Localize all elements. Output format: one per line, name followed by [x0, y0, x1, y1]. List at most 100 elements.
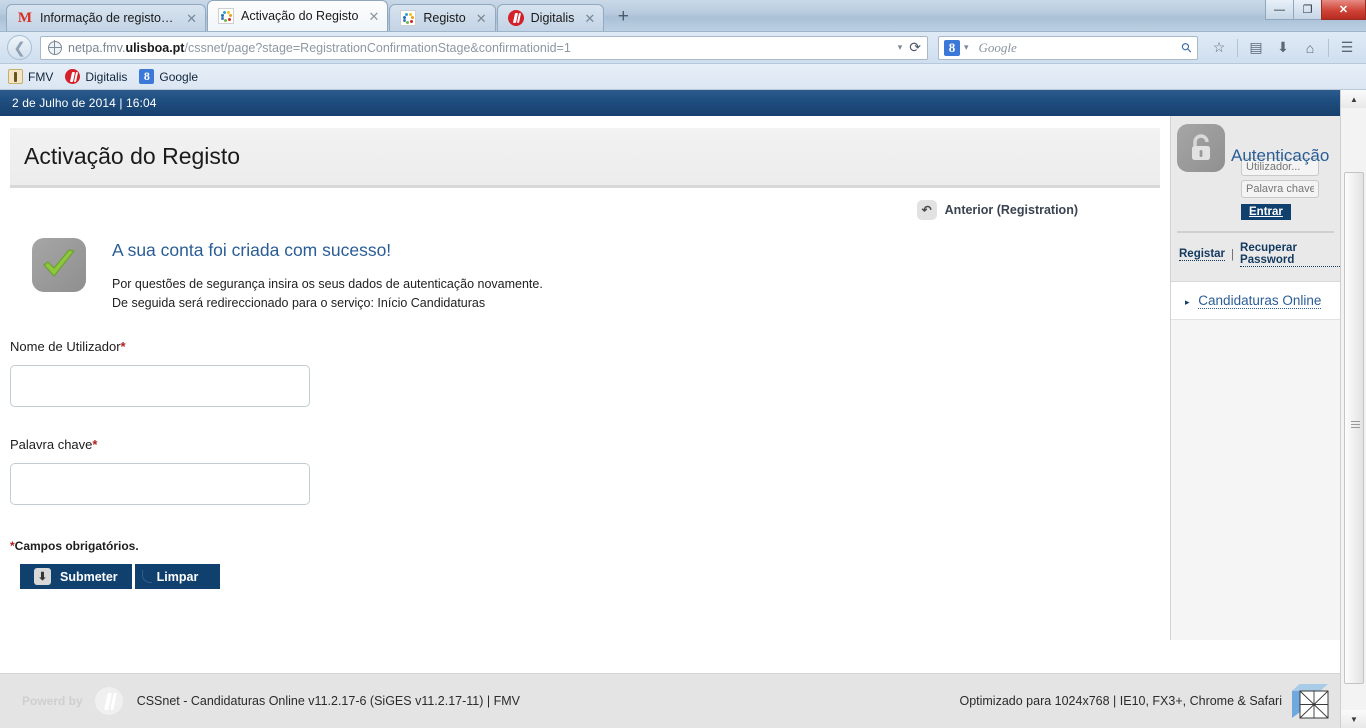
required-mark: * [120, 339, 126, 354]
username-label-text: Nome de Utilizador [10, 339, 121, 354]
username-label: Nome de Utilizador* [10, 339, 1170, 354]
tab-close-icon[interactable]: ✕ [186, 12, 197, 25]
password-input[interactable] [10, 463, 310, 505]
check-icon [32, 238, 86, 292]
login-form: Nome de Utilizador* Palavra chave* [10, 339, 1170, 505]
auth-title: Autenticação [1231, 146, 1330, 165]
divider [1237, 38, 1238, 57]
scroll-up-arrow[interactable]: ▲ [1341, 90, 1366, 108]
web-page: 2 de Julho de 2014 | 16:04 Activação do … [0, 90, 1340, 728]
digitalis-icon [507, 10, 524, 26]
success-message: A sua conta foi criada com sucesso! Por … [32, 238, 1170, 313]
sidebar-password-input[interactable] [1241, 180, 1319, 198]
undo-arrow-icon: ↶ [916, 200, 937, 220]
browser-tab-3[interactable]: Digitalis ✕ [496, 4, 605, 31]
minimize-button[interactable]: — [1265, 0, 1294, 20]
window-controls: — ❐ ✕ [1265, 0, 1366, 20]
divider [1328, 38, 1329, 57]
search-input[interactable]: Google [979, 40, 1017, 56]
tab-close-icon[interactable]: ✕ [476, 12, 487, 25]
tab-close-icon[interactable]: ✕ [368, 10, 379, 23]
globe-icon [47, 40, 62, 55]
powered-by-label: Powerd by [22, 694, 83, 708]
digitalis-logo-icon [94, 687, 123, 715]
page-title: Activação do Registo [24, 143, 241, 169]
downloads-icon[interactable]: ⬇ [1271, 36, 1295, 60]
gmail-icon [17, 10, 33, 26]
browser-window: Informação de registo - p... ✕ Activação… [0, 0, 1366, 728]
bookmark-label: Digitalis [85, 69, 128, 84]
previous-link-label: Anterior (Registration) [944, 203, 1078, 217]
cube-logo-icon [1290, 682, 1330, 720]
bookmarks-bar: FMV Digitalis 8 Google [0, 64, 1366, 90]
bookmark-label: FMV [28, 69, 54, 84]
scrollbar-thumb[interactable] [1344, 172, 1364, 684]
url-bar[interactable]: netpa.fmv. ulisboa.pt/cssnet/page?stage=R… [40, 35, 928, 60]
url-path: /cssnet/page?stage=RegistrationConfirmat… [184, 40, 571, 55]
auth-header: Autenticação [1171, 116, 1340, 172]
required-mark: * [92, 437, 98, 452]
username-input[interactable] [10, 365, 310, 407]
search-bar[interactable]: 8 ▾ Google ⚲ [938, 35, 1198, 60]
clear-button-label: Limpar [156, 569, 199, 584]
previous-row: ↶ Anterior (Registration) [0, 188, 1170, 220]
fmv-icon [8, 69, 23, 84]
datetime-bar: 2 de Julho de 2014 | 16:04 [0, 90, 1340, 116]
recover-password-link[interactable]: Recuperar Password [1240, 242, 1340, 267]
sidebar-item-candidaturas-online[interactable]: ▸ Candidaturas Online [1171, 282, 1340, 320]
optimized-for-text: Optimizado para 1024x768 | IE10, FX3+, C… [959, 694, 1282, 708]
register-link[interactable]: Registar [1179, 248, 1226, 261]
scroll-down-arrow[interactable]: ▼ [1341, 710, 1366, 728]
page-header: Activação do Registo [10, 128, 1160, 188]
clear-button[interactable]: Limpar [134, 564, 221, 589]
close-window-button[interactable]: ✕ [1321, 0, 1366, 20]
main-column: Activação do Registo ↶ Anterior (Registr… [0, 116, 1170, 728]
sidebar-item-label[interactable]: Candidaturas Online [1198, 293, 1322, 309]
mandatory-note: *Campos obrigatórios. [10, 539, 1170, 553]
reading-list-icon[interactable]: ▤ [1244, 36, 1268, 60]
tab-close-icon[interactable]: ✕ [584, 12, 595, 25]
menu-icon[interactable]: ☰ [1335, 36, 1359, 60]
browser-tab-2[interactable]: Registo ✕ [389, 4, 496, 31]
clear-icon [141, 570, 152, 583]
home-icon[interactable]: ⌂ [1298, 36, 1322, 60]
bookmark-google[interactable]: 8 Google [139, 69, 198, 84]
browser-titlebar: Informação de registo - p... ✕ Activação… [0, 0, 1366, 32]
bookmark-star-icon[interactable]: ☆ [1207, 36, 1231, 60]
browser-navbar: ❮ netpa.fmv. ulisboa.pt/cssnet/page?stage… [0, 32, 1366, 64]
digitalis-icon [65, 69, 81, 84]
auth-links: Registar | Recuperar Password [1171, 233, 1340, 267]
reload-icon[interactable]: ⟳ [909, 39, 921, 56]
success-text: A sua conta foi criada com sucesso! Por … [112, 238, 543, 313]
bookmark-fmv[interactable]: FMV [8, 69, 53, 84]
page-scrollbar[interactable]: ▲ ▼ [1340, 90, 1366, 728]
back-button-icon[interactable]: ❮ [7, 35, 32, 60]
product-version-text: CSSnet - Candidaturas Online v11.2.17-6 … [136, 694, 520, 708]
browser-tab-1[interactable]: Activação do Registo ✕ [207, 0, 389, 31]
form-buttons: ⬇ Submeter Limpar [20, 564, 1170, 589]
chevron-down-icon[interactable]: ▾ [898, 42, 903, 53]
login-button[interactable]: Entrar [1241, 204, 1291, 220]
success-line-2: De seguida será redireccionado para o se… [112, 296, 486, 310]
bookmark-digitalis[interactable]: Digitalis [65, 69, 127, 84]
search-icon[interactable]: ⚲ [1178, 38, 1196, 56]
mandatory-note-text: Campos obrigatórios. [14, 539, 139, 553]
submit-button[interactable]: ⬇ Submeter [20, 564, 132, 589]
google-icon: 8 [139, 69, 155, 84]
password-label: Palavra chave* [10, 437, 1170, 452]
url-host-prefix: netpa.fmv. [68, 40, 126, 55]
auth-fields: Entrar [1241, 158, 1340, 220]
bookmark-label: Google [159, 69, 199, 84]
page-content: Activação do Registo ↶ Anterior (Registr… [0, 116, 1340, 728]
chevron-down-icon[interactable]: ▾ [964, 42, 969, 53]
browser-toolbar-icons: ☆ ▤ ⬇ ⌂ ☰ [1207, 36, 1359, 60]
previous-link[interactable]: ↶ Anterior (Registration) [916, 200, 1078, 220]
success-line-1: Por questões de segurança insira os seus… [112, 277, 543, 291]
download-icon: ⬇ [34, 568, 51, 585]
browser-tab-0[interactable]: Informação de registo - p... ✕ [6, 4, 206, 31]
tab-title: Activação do Registo [241, 9, 359, 23]
restore-button[interactable]: ❐ [1293, 0, 1322, 20]
new-tab-button[interactable]: + [609, 4, 637, 30]
sidebar-filler [1171, 320, 1340, 640]
